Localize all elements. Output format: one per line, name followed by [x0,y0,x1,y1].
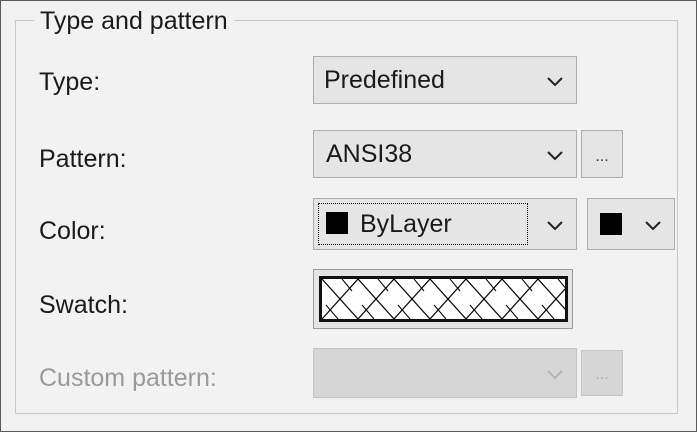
pattern-dropdown[interactable]: ANSI38 [313,130,577,178]
chevron-down-icon [547,221,563,231]
color-label: Color: [39,217,106,245]
color-dropdown[interactable]: ByLayer [313,198,577,250]
chevron-down-icon [645,221,661,231]
swatch-preview[interactable] [313,269,573,329]
chevron-down-icon [547,151,563,161]
type-label: Type: [39,68,101,96]
swatch-label: Swatch: [39,291,128,319]
color-square-icon [326,212,348,234]
custom-pattern-dropdown[interactable] [313,348,577,398]
type-dropdown[interactable]: Predefined [313,56,577,104]
type-value: Predefined [324,66,445,94]
chevron-down-icon [547,370,563,380]
group-title: Type and pattern [34,5,234,37]
custom-pattern-label: Custom pattern: [39,364,217,392]
pattern-value: ANSI38 [326,140,413,168]
custom-pattern-browse-button[interactable]: ... [581,350,623,396]
hatch-pattern-swatch [319,276,568,322]
background-color-dropdown[interactable] [587,198,675,250]
color-square-icon [600,213,622,235]
color-value: ByLayer [360,210,452,238]
chevron-down-icon [547,77,563,87]
crosshatch-pattern [322,279,565,319]
pattern-browse-button[interactable]: ... [581,130,623,178]
pattern-label: Pattern: [39,145,127,173]
hatch-dialog-panel: Type and pattern Type: Predefined Patter… [0,0,697,432]
